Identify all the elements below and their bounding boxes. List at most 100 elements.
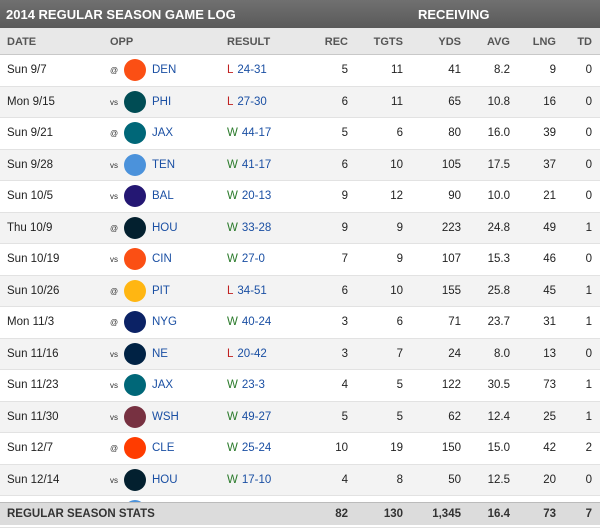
- game-date: Sun 9/7: [7, 64, 47, 76]
- game-result[interactable]: W 44-17: [227, 127, 271, 139]
- game-result[interactable]: L 20-42: [227, 348, 267, 360]
- score-link[interactable]: 20-42: [237, 348, 266, 360]
- score-link[interactable]: 27-0: [242, 253, 265, 265]
- team-logo-icon[interactable]: [124, 405, 146, 428]
- game-result[interactable]: L 27-30: [227, 96, 267, 108]
- col-tgts[interactable]: TGTS: [363, 36, 403, 48]
- team-logo-icon[interactable]: [124, 374, 146, 396]
- avg-cell: 15.0: [487, 442, 510, 454]
- game-result[interactable]: L 34-51: [227, 285, 267, 297]
- game-result[interactable]: W 23-3: [227, 379, 265, 391]
- opponent-link[interactable]: DEN: [152, 64, 176, 76]
- score-link[interactable]: 41-17: [242, 159, 271, 171]
- game-result[interactable]: W 41-17: [227, 159, 271, 171]
- game-result[interactable]: L 24-31: [227, 64, 267, 76]
- totals-yds: 1,345: [432, 508, 461, 520]
- opponent-link[interactable]: NYG: [152, 316, 177, 328]
- team-logo-icon[interactable]: [124, 122, 146, 144]
- yds-cell: 62: [448, 410, 461, 423]
- score-link[interactable]: 27-30: [237, 96, 266, 108]
- game-result[interactable]: W 49-27: [227, 411, 271, 423]
- score-link[interactable]: 34-51: [237, 285, 266, 297]
- opponent-link[interactable]: JAX: [152, 127, 173, 139]
- team-logo-icon[interactable]: [124, 185, 146, 207]
- tgts-cell: 10: [390, 284, 403, 297]
- opponent-link[interactable]: PIT: [152, 285, 170, 297]
- col-yds[interactable]: YDS: [421, 36, 461, 48]
- win-loss: W: [227, 221, 238, 234]
- game-result[interactable]: W 27-0: [227, 253, 265, 265]
- score-link[interactable]: 40-24: [242, 316, 271, 328]
- rec-cell: 5: [341, 410, 348, 423]
- opponent-link[interactable]: CLE: [152, 442, 174, 454]
- yds-cell: 90: [448, 190, 461, 202]
- score-link[interactable]: 20-13: [242, 190, 271, 202]
- col-opp[interactable]: OPP: [110, 36, 133, 48]
- score-link[interactable]: 44-17: [242, 127, 271, 139]
- col-date[interactable]: DATE: [7, 36, 36, 48]
- avg-cell: 23.7: [487, 316, 510, 328]
- rec-cell: 4: [341, 473, 348, 486]
- opponent-link[interactable]: HOU: [152, 222, 178, 234]
- avg-cell: 8.2: [494, 64, 510, 76]
- game-date: Mon 9/15: [7, 95, 55, 108]
- home-away-indicator: vs: [110, 97, 118, 107]
- game-date: Sun 11/23: [7, 379, 59, 391]
- team-logo-icon[interactable]: [124, 216, 146, 239]
- team-logo-icon[interactable]: [124, 468, 146, 491]
- score-link[interactable]: 17-10: [242, 474, 271, 486]
- td-cell: 0: [585, 127, 592, 139]
- team-logo-icon[interactable]: [124, 59, 146, 81]
- yds-cell: 155: [441, 284, 461, 297]
- score-link[interactable]: 33-28: [242, 222, 271, 234]
- td-cell: 0: [585, 158, 592, 171]
- opponent-link[interactable]: CIN: [152, 253, 172, 265]
- game-result[interactable]: W 40-24: [227, 316, 271, 328]
- score-link[interactable]: 49-27: [242, 411, 271, 423]
- game-result[interactable]: W 17-10: [227, 474, 271, 486]
- col-avg[interactable]: AVG: [470, 36, 510, 48]
- game-result[interactable]: W 20-13: [227, 190, 271, 202]
- win-loss: L: [227, 347, 234, 360]
- game-result[interactable]: W 33-28: [227, 222, 271, 234]
- avg-cell: 8.0: [494, 347, 510, 360]
- rec-cell: 5: [341, 64, 348, 76]
- col-rec[interactable]: REC: [308, 36, 348, 48]
- opponent-link[interactable]: TEN: [152, 159, 175, 171]
- avg-cell: 10.8: [487, 95, 510, 108]
- lng-cell: 73: [543, 379, 556, 391]
- table-row: Sun 9/7 @ DEN L 24-31 5 11 41 8.2 9 0: [0, 55, 600, 87]
- win-loss: W: [227, 473, 238, 486]
- team-logo-icon[interactable]: [124, 279, 146, 302]
- table-row: Sun 10/5 vs BAL W 20-13 9 12 90 10.0 21 0: [0, 181, 600, 213]
- table-row: Sun 12/7 @ CLE W 25-24 10 19 150 15.0 42 2: [0, 433, 600, 465]
- team-logo-icon[interactable]: [124, 248, 146, 270]
- team-logo-icon[interactable]: [124, 311, 146, 333]
- opponent-link[interactable]: PHI: [152, 96, 171, 108]
- yds-cell: 65: [448, 95, 461, 108]
- col-td[interactable]: TD: [552, 36, 592, 48]
- opponent-link[interactable]: HOU: [152, 474, 178, 486]
- avg-cell: 15.3: [487, 253, 510, 265]
- score-link[interactable]: 24-31: [237, 64, 266, 76]
- team-logo-icon[interactable]: [124, 90, 146, 113]
- lng-cell: 37: [543, 158, 556, 171]
- score-link[interactable]: 23-3: [242, 379, 265, 391]
- totals-label: REGULAR SEASON STATS: [7, 508, 155, 520]
- team-logo-icon[interactable]: [124, 437, 146, 459]
- tgts-cell: 6: [396, 127, 403, 139]
- opponent-link[interactable]: JAX: [152, 379, 173, 391]
- game-result[interactable]: W 25-24: [227, 442, 271, 454]
- opponent-link[interactable]: WSH: [152, 411, 179, 423]
- yds-cell: 41: [448, 64, 461, 76]
- win-loss: W: [227, 379, 238, 391]
- score-link[interactable]: 25-24: [242, 442, 271, 454]
- opponent-link[interactable]: NE: [152, 348, 168, 360]
- team-logo-icon[interactable]: [124, 342, 146, 365]
- col-result[interactable]: RESULT: [227, 36, 270, 48]
- home-away-indicator: @: [110, 444, 119, 453]
- opponent-link[interactable]: BAL: [152, 190, 174, 202]
- col-lng[interactable]: LNG: [516, 36, 556, 48]
- game-date: Mon 11/3: [7, 316, 55, 328]
- team-logo-icon[interactable]: [124, 153, 146, 176]
